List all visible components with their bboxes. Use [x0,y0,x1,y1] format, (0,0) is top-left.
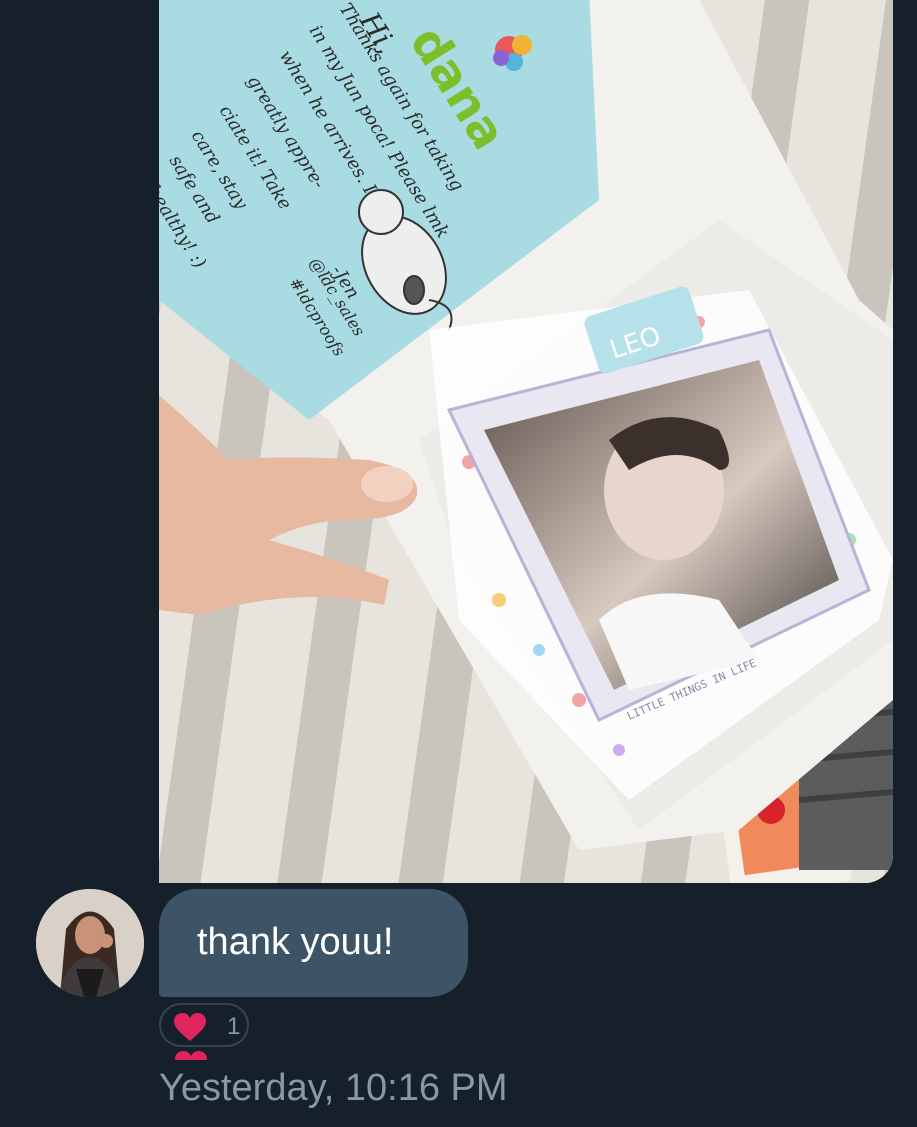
heart-icon [174,1013,206,1041]
photo-image: Hi, dana Thanks again for taking in my J… [159,0,893,883]
reaction-chip[interactable]: 1 [159,1003,249,1047]
avatar[interactable] [36,889,144,997]
message-bubble[interactable]: thank youu! [159,889,468,997]
message-timestamp: Yesterday, 10:16 PM [159,1067,508,1109]
photo-message[interactable]: Hi, dana Thanks again for taking in my J… [159,0,893,883]
message-text: thank youu! [197,921,394,963]
own-reaction-heart-icon [173,1050,209,1060]
avatar-image [36,889,144,997]
reaction-count: 1 [227,1013,241,1040]
